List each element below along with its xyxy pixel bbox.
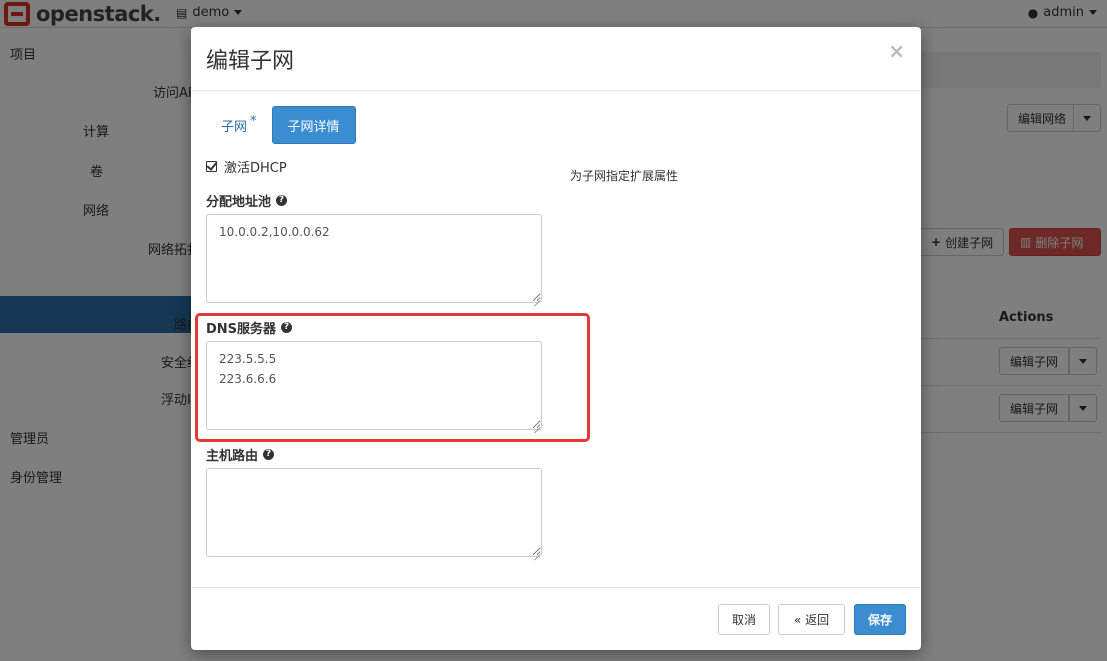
host-routes-wrap [206,468,542,557]
close-icon[interactable]: × [888,39,905,63]
host-routes-label: 主机路由 ? [206,445,275,464]
allocation-pools-label-text: 分配地址池 [206,195,272,210]
allocation-pools-label: 分配地址池 ? [206,191,288,210]
wizard-tabs: 子网 * 子网详情 [206,106,356,144]
resize-handle-icon[interactable] [532,547,540,555]
required-mark: * [250,113,257,129]
tab-subnet-details[interactable]: 子网详情 [271,106,356,144]
back-button[interactable]: « 返回 [778,604,845,635]
modal-title: 编辑子网 [206,49,295,74]
host-routes-input[interactable] [206,468,542,557]
host-routes-label-text: 主机路由 [206,449,259,464]
enable-dhcp-checkbox[interactable]: 激活DHCP [206,157,287,176]
modal-footer: 取消 « 返回 保存 [191,587,921,650]
enable-dhcp-label: 激活DHCP [224,161,287,176]
save-button[interactable]: 保存 [854,604,906,635]
allocation-pools-input[interactable]: 10.0.0.2,10.0.0.62 [206,214,542,303]
modal-header: 编辑子网 × [191,27,921,91]
allocation-pools-wrap: 10.0.0.2,10.0.0.62 [206,214,542,303]
help-icon[interactable]: ? [276,195,288,206]
annotation-highlight-box [195,313,590,442]
form-help-description: 为子网指定扩展属性 [570,169,679,183]
tab-subnet-label: 子网 [221,119,248,135]
checkbox-checked-icon[interactable] [206,161,217,172]
resize-handle-icon[interactable] [532,293,540,301]
help-icon[interactable]: ? [263,449,275,460]
cancel-button[interactable]: 取消 [718,604,770,635]
tab-subnet[interactable]: 子网 * [206,106,272,144]
